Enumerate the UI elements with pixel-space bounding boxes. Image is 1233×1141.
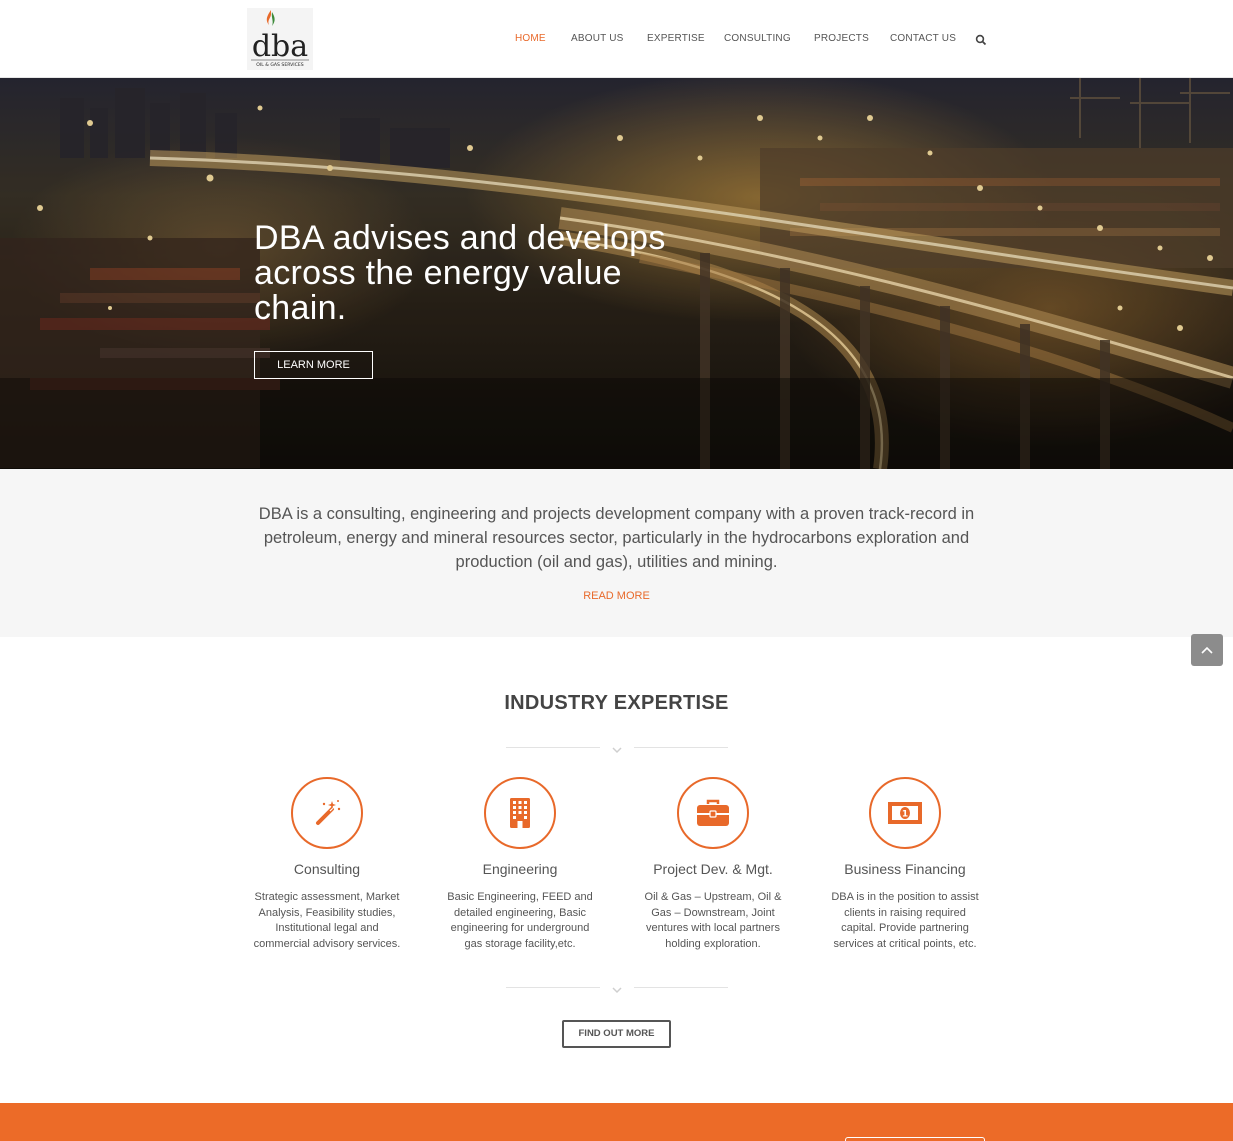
read-more-link[interactable]: READ MORE xyxy=(0,590,1233,602)
building-icon xyxy=(484,777,556,849)
svg-text:dba: dba xyxy=(252,29,308,64)
expertise-card-business-financing: 1 Business Financing DBA is in the posit… xyxy=(820,777,990,952)
card-text: Basic Engineering, FEED and detailed eng… xyxy=(447,891,593,950)
find-out-more-button[interactable]: FIND OUT MORE xyxy=(562,1020,671,1048)
card-title: Project Dev. & Mgt. xyxy=(653,861,773,877)
hero-banner: DBA advises and develops across the ener… xyxy=(0,78,1233,469)
card-title: Engineering xyxy=(482,861,558,877)
chevron-down-icon xyxy=(611,982,623,994)
card-title: Consulting xyxy=(293,861,361,877)
magic-wand-icon xyxy=(291,777,363,849)
nav-projects[interactable]: PROJECTS xyxy=(814,33,869,44)
nav-contact-us[interactable]: CONTACT US xyxy=(890,33,956,44)
section-divider xyxy=(506,982,728,994)
cta-button[interactable] xyxy=(845,1137,985,1141)
money-icon: 1 xyxy=(869,777,941,849)
scroll-to-top-button[interactable] xyxy=(1191,634,1223,666)
learn-more-button[interactable]: LEARN MORE xyxy=(254,351,373,379)
card-text: Oil & Gas – Upstream, Oil & Gas – Downst… xyxy=(644,891,782,950)
cta-band xyxy=(0,1103,1233,1141)
expertise-card-engineering: Engineering Basic Engineering, FEED and … xyxy=(435,777,605,952)
chevron-down-icon xyxy=(611,742,623,754)
svg-text:1: 1 xyxy=(902,810,908,820)
card-text: DBA is in the position to assist clients… xyxy=(831,891,979,950)
briefcase-icon xyxy=(677,777,749,849)
nav-expertise[interactable]: EXPERTISE xyxy=(647,33,705,44)
card-title: Business Financing xyxy=(844,861,966,877)
intro-section: DBA is a consulting, engineering and pro… xyxy=(0,469,1233,637)
intro-text: DBA is a consulting, engineering and pro… xyxy=(258,505,975,571)
nav-about-us[interactable]: ABOUT US xyxy=(571,33,624,44)
logo-tagline: OIL & GAS SERVICES xyxy=(256,62,303,68)
search-icon[interactable] xyxy=(975,33,987,46)
site-logo[interactable]: dba OIL & GAS SERVICES xyxy=(247,8,313,70)
card-text: Strategic assessment, Market Analysis, F… xyxy=(253,891,401,950)
hero-title: DBA advises and develops across the ener… xyxy=(254,219,666,327)
expertise-card-project-dev: Project Dev. & Mgt. Oil & Gas – Upstream… xyxy=(628,777,798,952)
chevron-up-icon xyxy=(1201,646,1213,654)
nav-home[interactable]: HOME xyxy=(515,33,546,44)
section-divider xyxy=(506,742,728,754)
expertise-card-consulting: Consulting Strategic assessment, Market … xyxy=(242,777,412,952)
section-title: INDUSTRY EXPERTISE xyxy=(504,692,729,714)
nav-consulting[interactable]: CONSULTING xyxy=(724,33,791,44)
site-header: dba OIL & GAS SERVICES HOME ABOUT US EXP… xyxy=(0,0,1233,78)
